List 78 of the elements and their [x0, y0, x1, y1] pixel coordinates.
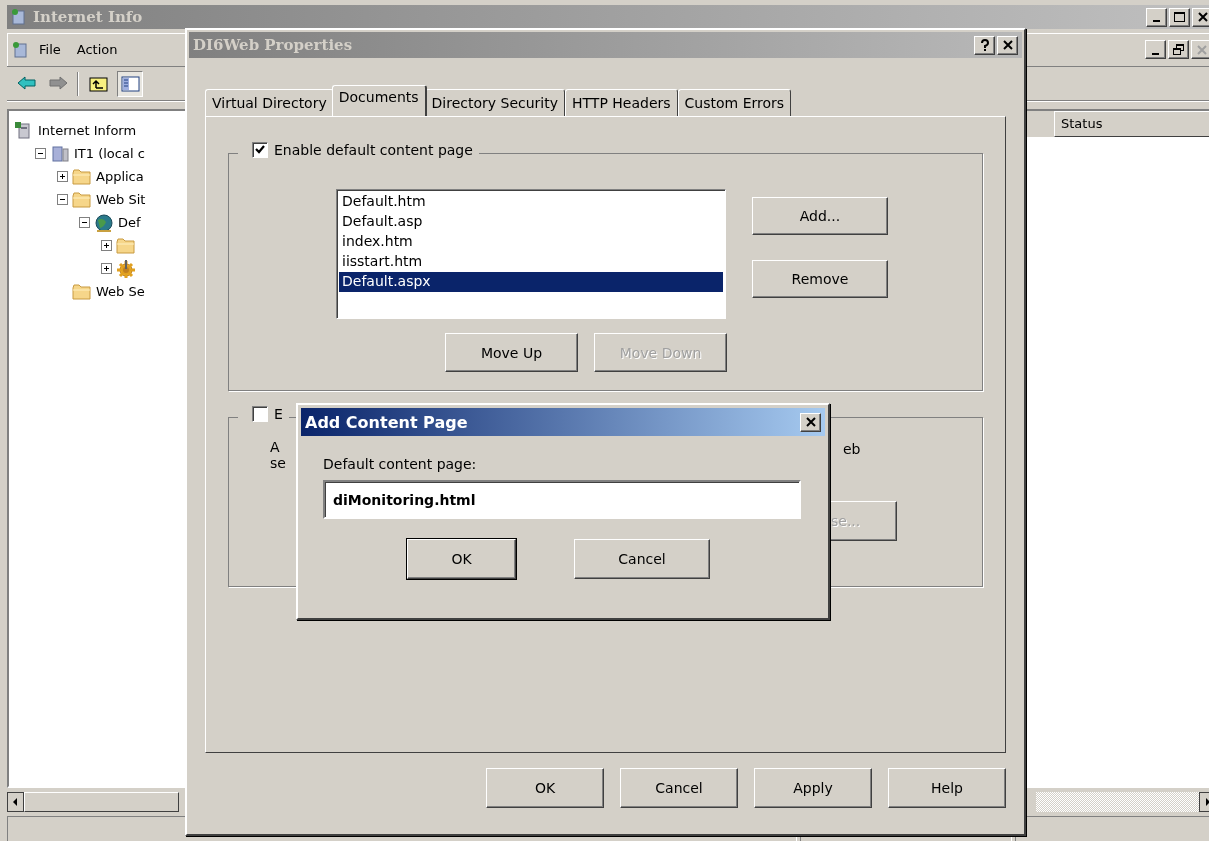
close-button[interactable]	[800, 412, 821, 432]
help-button[interactable]	[974, 35, 995, 55]
expand-icon[interactable]	[57, 171, 68, 182]
expand-icon[interactable]	[101, 240, 112, 251]
action-button[interactable]: Add...	[752, 197, 888, 235]
collapse-icon[interactable]	[57, 194, 68, 205]
close-icon	[1002, 40, 1013, 50]
tree-item[interactable]: Applica	[96, 169, 144, 184]
move-button[interactable]: Move Up	[445, 333, 578, 372]
collapse-icon[interactable]	[35, 148, 46, 159]
minimize-button[interactable]	[1145, 40, 1166, 59]
text-field[interactable]: diMonitoring.html	[323, 480, 801, 519]
toolbar-button[interactable]	[117, 70, 143, 97]
window-title: Internet Info	[33, 8, 143, 26]
checkbox[interactable]	[252, 142, 268, 158]
checkbox-label: Enable default content page	[274, 142, 473, 158]
computer-icon	[50, 144, 70, 163]
dialog-button[interactable]: Cancel	[620, 768, 738, 808]
folder-icon	[72, 190, 92, 209]
close-icon	[1196, 44, 1207, 55]
checkbox[interactable]	[252, 406, 268, 422]
menu-item[interactable]: Action	[70, 40, 124, 59]
dialog-button[interactable]: Cancel	[574, 539, 710, 579]
help-icon	[980, 39, 989, 51]
restore-button[interactable]	[1168, 40, 1189, 59]
tree-item[interactable]: Internet Inform	[38, 123, 137, 138]
expand-icon[interactable]	[101, 263, 112, 274]
dialog-button[interactable]: OK	[407, 539, 516, 579]
description-text: eb	[843, 441, 861, 457]
tab[interactable]: Directory Security	[424, 89, 566, 116]
menu-item[interactable]: File	[33, 40, 67, 59]
tab[interactable]: HTTP Headers	[565, 89, 678, 116]
dialog-button[interactable]: Help	[888, 768, 1006, 808]
list-item[interactable]: iisstart.htm	[339, 252, 723, 272]
close-icon	[805, 417, 816, 427]
tree-item[interactable]: Web Sit	[96, 192, 146, 207]
maximize-icon	[1174, 12, 1185, 22]
pane-toggle-icon	[119, 73, 141, 94]
list-item[interactable]: Default.aspx	[339, 272, 723, 292]
dialog-title: DI6Web Properties	[193, 36, 353, 54]
description-text: se	[270, 455, 286, 471]
globe-icon	[94, 213, 114, 232]
maximize-button[interactable]	[1169, 7, 1190, 27]
gear-icon	[116, 259, 136, 278]
minimize-button[interactable]	[1146, 7, 1167, 27]
tree-item[interactable]: Def	[118, 215, 141, 230]
dialog-title: Add Content Page	[305, 412, 468, 432]
tab[interactable]: Custom Errors	[677, 89, 792, 116]
scroll-left-icon	[7, 792, 24, 812]
checkmark-icon	[254, 144, 266, 156]
checkbox-label: E	[274, 406, 283, 422]
close-icon	[1197, 12, 1208, 22]
tree-item[interactable]: IT1 (local c	[74, 146, 145, 161]
list-box[interactable]: Default.htm Default.asp index.htm iisstart.htm Default.aspx	[336, 189, 726, 319]
list-item[interactable]: index.htm	[339, 232, 723, 252]
folder-icon	[116, 236, 136, 255]
column-header[interactable]: Status	[1054, 111, 1209, 137]
app-icon	[10, 8, 28, 26]
list-item[interactable]: Default.htm	[339, 192, 723, 212]
tree-item[interactable]: Web Se	[96, 284, 145, 299]
document-icon	[11, 40, 29, 59]
folder-icon	[72, 282, 92, 301]
description-text: A	[270, 439, 281, 455]
collapse-icon[interactable]	[79, 217, 90, 228]
close-button[interactable]	[997, 35, 1018, 55]
tab[interactable]: Documents	[331, 85, 427, 116]
dialog-button[interactable]: Apply	[754, 768, 872, 808]
minimize-icon	[1153, 20, 1160, 22]
tab[interactable]: Virtual Directory	[205, 89, 334, 116]
action-button[interactable]: Remove	[752, 260, 888, 298]
field-label: Default content page:	[323, 456, 478, 472]
folder-icon	[72, 167, 92, 186]
scrollbar[interactable]	[1036, 792, 1209, 812]
minimize-icon	[1152, 52, 1159, 55]
list-item[interactable]: Default.asp	[339, 212, 723, 232]
dialog-button[interactable]: OK	[486, 768, 604, 808]
restore-icon	[1173, 44, 1184, 55]
close-button[interactable]	[1192, 7, 1209, 27]
